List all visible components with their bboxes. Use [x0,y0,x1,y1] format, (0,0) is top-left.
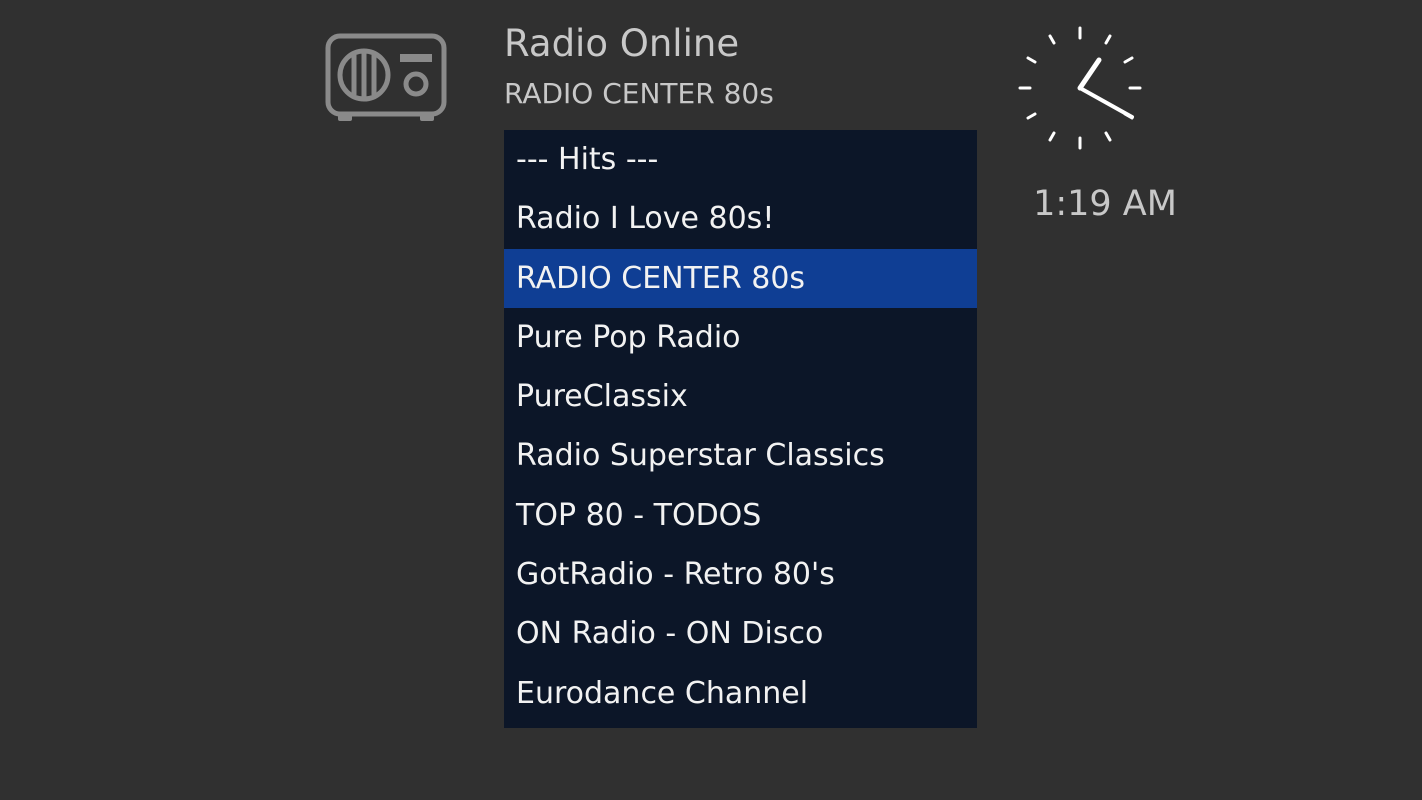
station-list-item[interactable]: TOP 80 - TODOS [504,486,977,545]
radio-icon [325,33,447,121]
station-list-item[interactable]: ON Radio - ON Disco [504,604,977,663]
station-list-item[interactable]: PureClassix [504,367,977,426]
list-section-header[interactable]: --- Hits --- [504,130,977,189]
station-list[interactable]: --- Hits --- Radio I Love 80s! RADIO CENTE… [504,130,977,728]
station-list-item[interactable]: GotRadio - Retro 80's [504,545,977,604]
station-list-item[interactable]: Pure Pop Radio [504,308,977,367]
station-list-item[interactable]: Radio I Love 80s! [504,189,977,248]
station-list-item[interactable]: RADIO CENTER 80s [504,248,977,308]
now-playing-station: RADIO CENTER 80s [504,77,774,110]
station-list-item[interactable]: Radio Superstar Classics [504,426,977,485]
analog-clock-icon [1018,26,1142,150]
app-title: Radio Online [504,22,740,65]
station-list-item[interactable]: Eurodance Channel [504,664,977,723]
clock-time: 1:19 AM [1033,184,1177,224]
radio-app: Radio Online RADIO CENTER 80s --- Hits -… [0,0,1422,800]
